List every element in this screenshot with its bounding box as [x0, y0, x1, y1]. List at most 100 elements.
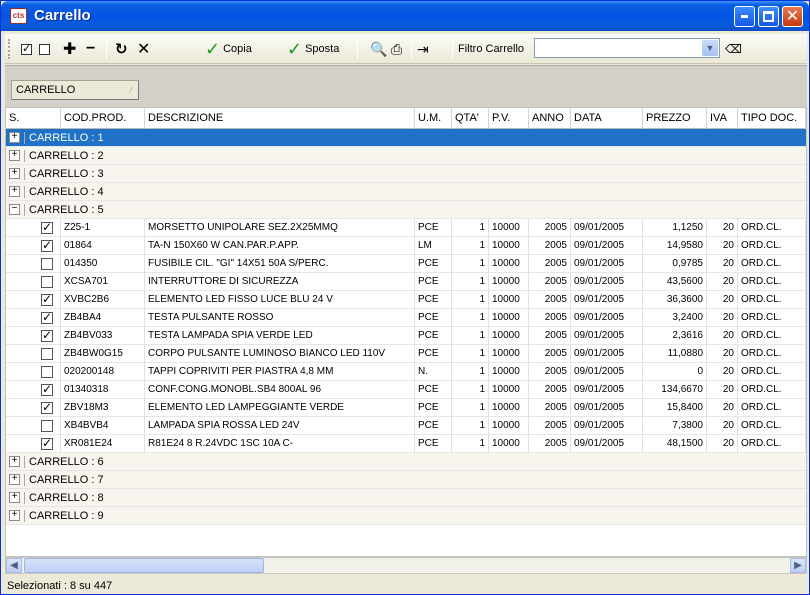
group-row[interactable]: + CARRELLO : 9 — [6, 507, 806, 525]
row-checkbox[interactable] — [41, 292, 53, 306]
add-button[interactable]: ✚ — [63, 38, 76, 60]
cell-iva: 20 — [707, 273, 738, 291]
delete-button[interactable]: ✕ — [137, 38, 150, 60]
expand-icon[interactable]: + — [9, 510, 20, 521]
row-checkbox[interactable] — [41, 382, 53, 396]
row-checkbox[interactable] — [41, 328, 53, 342]
scroll-left-button[interactable]: ◀ — [6, 558, 22, 573]
refresh-button[interactable]: ↻ — [115, 38, 128, 60]
unchecked-box-icon — [39, 43, 50, 55]
toolbar-grip[interactable] — [8, 39, 11, 59]
cell-anno: 2005 — [529, 219, 571, 237]
row-checkbox[interactable] — [41, 276, 53, 288]
group-by-chip[interactable]: CARRELLO ⁄ — [11, 80, 139, 100]
move-button[interactable]: ✓ Sposta — [287, 38, 339, 60]
row-checkbox[interactable] — [41, 366, 53, 378]
group-row[interactable]: + CARRELLO : 8 — [6, 489, 806, 507]
title-bar[interactable]: cts Carrello ✕ — [1, 1, 809, 31]
table-row[interactable]: 020200148 TAPPI COPRIVITI PER PIASTRA 4,8… — [6, 363, 806, 381]
table-row[interactable]: 014350 FUSIBILE CIL. "GI" 14X51 50A S/PER… — [6, 255, 806, 273]
cell-prezzo: 7,3800 — [643, 417, 707, 435]
group-row[interactable]: + CARRELLO : 3 — [6, 165, 806, 183]
table-row[interactable]: Z25-1MORSETTO UNIPOLARE SEZ.2X25MMQPCE11… — [6, 219, 806, 237]
cell-cod: 01340318 — [61, 381, 145, 399]
minimize-button[interactable] — [734, 6, 755, 27]
cell-cod: XCSA701 — [61, 273, 145, 291]
scroll-right-button[interactable]: ▶ — [790, 558, 806, 573]
toolbar-separator — [411, 39, 412, 59]
table-row[interactable]: XCSA701 INTERRUTTORE DI SICUREZZA PCE 1 1000… — [6, 273, 806, 291]
table-row[interactable]: XVBC2B6ELEMENTO LED FISSO LUCE BLU 24 VP… — [6, 291, 806, 309]
group-row[interactable]: + CARRELLO : 1 — [6, 129, 806, 147]
group-row[interactable]: + CARRELLO : 6 — [6, 453, 806, 471]
cell-desc: MORSETTO UNIPOLARE SEZ.2X25MMQ — [145, 219, 415, 237]
column-header[interactable]: S. — [6, 108, 61, 129]
cell-desc: LAMPADA SPIA ROSSA LED 24V — [145, 417, 415, 435]
column-header[interactable]: U.M. — [415, 108, 452, 129]
print-button[interactable]: ⎙ — [391, 38, 402, 60]
preview-button[interactable]: 🔍 — [370, 38, 387, 60]
scroll-thumb[interactable] — [24, 558, 264, 573]
clear-filter-button[interactable]: ⌫ — [725, 38, 742, 60]
row-checkbox[interactable] — [41, 258, 53, 270]
group-row[interactable]: − CARRELLO : 5 — [6, 201, 806, 219]
table-row[interactable]: ZB4BV033TESTA LAMPADA SPIA VERDE LEDPCE1… — [6, 327, 806, 345]
close-button[interactable]: ✕ — [782, 6, 803, 27]
filter-combo[interactable]: ▼ — [534, 38, 720, 58]
table-row[interactable]: XR081E24R81E24 8 R.24VDC 1SC 10A C-PCE11… — [6, 435, 806, 453]
group-row[interactable]: + CARRELLO : 2 — [6, 147, 806, 165]
table-row[interactable]: 01864TA-N 150X60 W CAN.PAR.P.APP.LM11000… — [6, 237, 806, 255]
table-row[interactable]: ZB4BW0G15 CORPO PULSANTE LUMINOSO BIANCO … — [6, 345, 806, 363]
cell-prezzo: 3,2400 — [643, 309, 707, 327]
group-row[interactable]: + CARRELLO : 4 — [6, 183, 806, 201]
table-row[interactable]: ZBV18M3ELEMENTO LED LAMPEGGIANTE VERDEPC… — [6, 399, 806, 417]
maximize-button[interactable] — [758, 6, 779, 27]
expand-icon[interactable]: + — [9, 168, 20, 179]
column-header[interactable]: ANNO — [529, 108, 571, 129]
column-header[interactable]: PREZZO — [643, 108, 707, 129]
remove-button[interactable]: − — [86, 38, 95, 60]
row-checkbox[interactable] — [41, 436, 53, 450]
cell-um: N. — [415, 363, 452, 381]
expand-icon[interactable]: + — [9, 474, 20, 485]
column-header[interactable]: DATA — [571, 108, 643, 129]
cell-desc: R81E24 8 R.24VDC 1SC 10A C- — [145, 435, 415, 453]
horizontal-scrollbar[interactable]: ◀ ▶ — [5, 557, 807, 574]
group-label: CARRELLO : 6 — [24, 456, 104, 468]
maximize-icon — [763, 11, 774, 22]
expand-icon[interactable]: + — [9, 456, 20, 467]
column-header[interactable]: QTA' — [452, 108, 489, 129]
copy-button[interactable]: ✓ Copia — [205, 38, 252, 60]
green-check-icon: ✓ — [205, 39, 221, 59]
cell-desc: TA-N 150X60 W CAN.PAR.P.APP. — [145, 237, 415, 255]
row-checkbox[interactable] — [41, 310, 53, 324]
row-checkbox[interactable] — [41, 348, 53, 360]
group-label: CARRELLO : 3 — [24, 168, 104, 180]
column-header[interactable]: DESCRIZIONE — [145, 108, 415, 129]
exit-button[interactable]: ⇥ — [417, 38, 429, 60]
toolbar-separator — [106, 39, 107, 59]
collapse-icon[interactable]: − — [9, 204, 20, 215]
column-header[interactable]: P.V. — [489, 108, 529, 129]
row-checkbox[interactable] — [41, 420, 53, 432]
expand-icon[interactable]: + — [9, 150, 20, 161]
column-header[interactable]: IVA — [707, 108, 738, 129]
cell-qta: 1 — [452, 399, 489, 417]
column-header[interactable]: TIPO DOC. — [738, 108, 806, 129]
expand-icon[interactable]: + — [9, 186, 20, 197]
row-checkbox[interactable] — [41, 220, 53, 234]
row-checkbox[interactable] — [41, 400, 53, 414]
group-row[interactable]: + CARRELLO : 7 — [6, 471, 806, 489]
select-all-button[interactable] — [21, 38, 32, 60]
table-row[interactable]: ZB4BA4TESTA PULSANTE ROSSOPCE11000020050… — [6, 309, 806, 327]
cart-grid: S. COD.PROD. DESCRIZIONE U.M. QTA' P.V. ANNO DA… — [5, 107, 807, 557]
row-checkbox[interactable] — [41, 238, 53, 252]
table-row[interactable]: XB4BVB4 LAMPADA SPIA ROSSA LED 24V PCE 1 100… — [6, 417, 806, 435]
column-header[interactable]: COD.PROD. — [61, 108, 145, 129]
table-row[interactable]: 01340318CONF.CONG.MONOBL.SB4 800AL 96PCE… — [6, 381, 806, 399]
chevron-down-icon[interactable]: ▼ — [702, 40, 718, 56]
expand-icon[interactable]: + — [9, 492, 20, 503]
select-none-button[interactable] — [39, 38, 50, 60]
expand-icon[interactable]: + — [9, 132, 20, 143]
cell-desc: CONF.CONG.MONOBL.SB4 800AL 96 — [145, 381, 415, 399]
